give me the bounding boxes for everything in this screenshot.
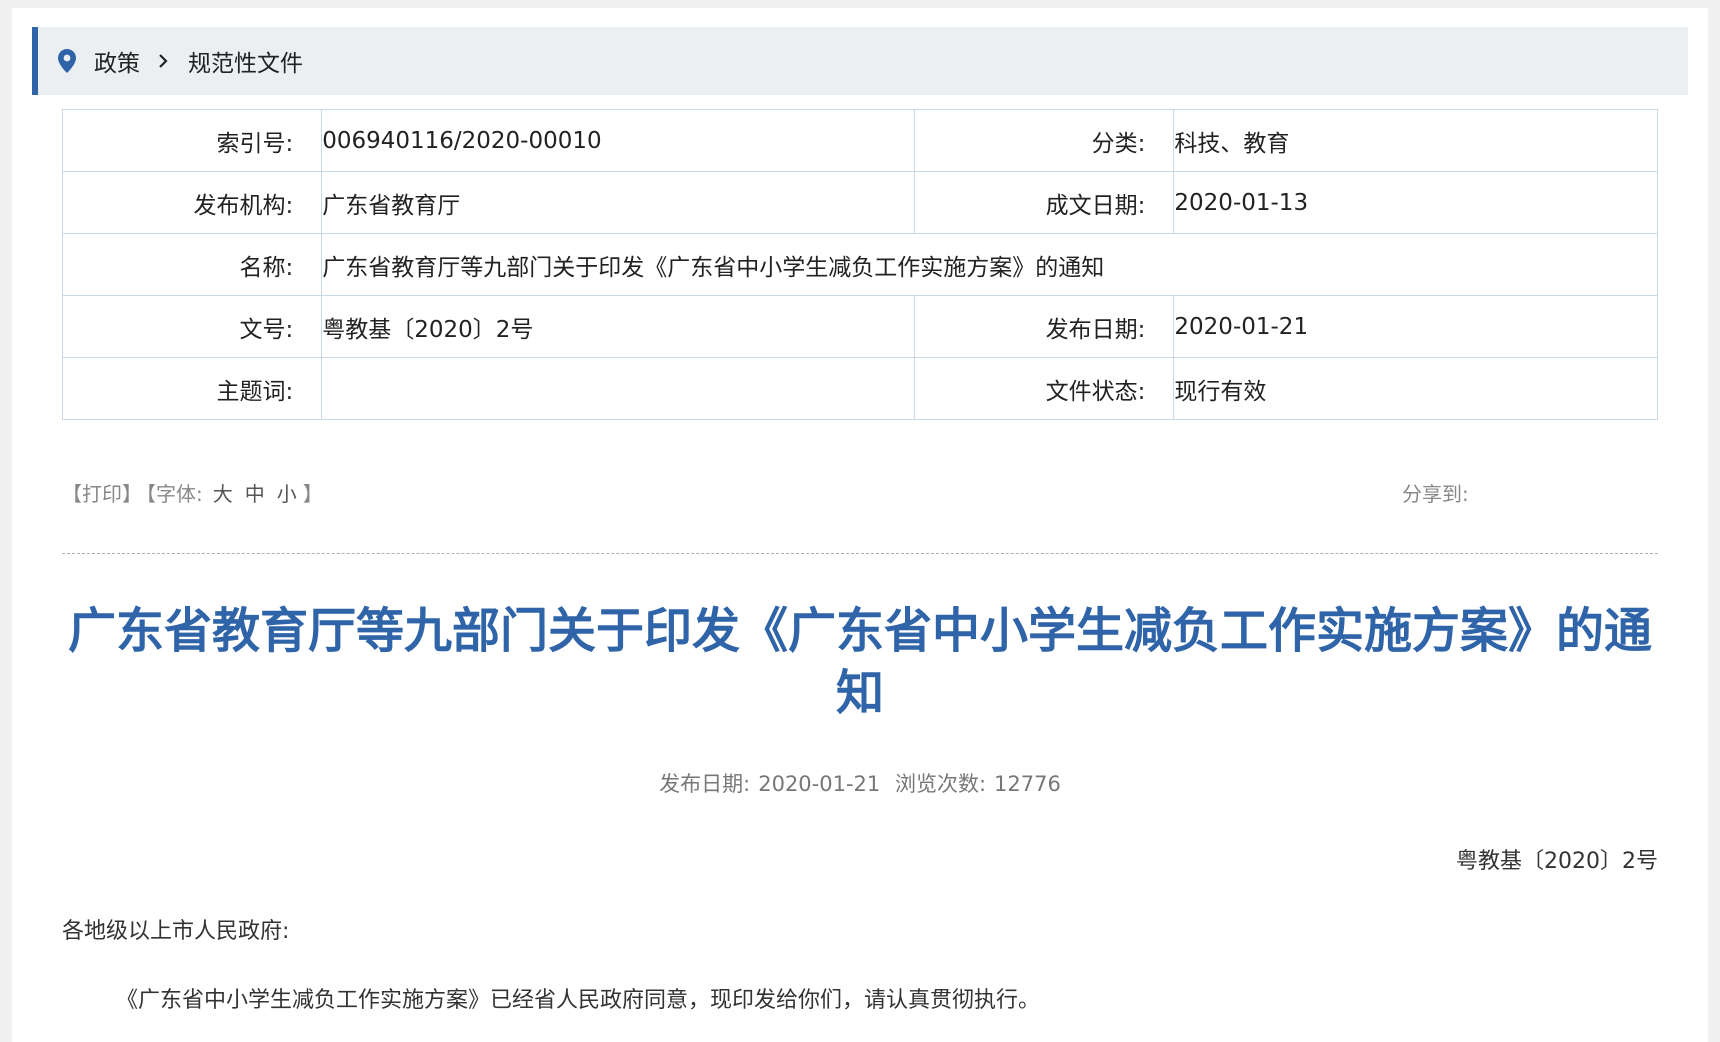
name-label: 名称:	[61, 233, 323, 296]
divider	[62, 553, 1658, 554]
issuer-label: 发布机构:	[61, 171, 323, 234]
article-tools: 【打印】 【字体: 大中小】	[62, 478, 327, 507]
print-link[interactable]: 【打印】	[62, 482, 142, 506]
issuer-value: 广东省教育厅	[321, 171, 916, 234]
view-count-label: 浏览次数:	[894, 772, 987, 796]
keywords-label: 主题词:	[61, 357, 323, 420]
publish-date-value: 2020-01-21	[1173, 295, 1658, 358]
page: 政策 规范性文件 索引号: 006940116/2020-00010 分类: 科…	[12, 8, 1708, 1042]
status-value: 现行有效	[1173, 357, 1658, 420]
view-count: 12776	[994, 772, 1061, 796]
written-date-value: 2020-01-13	[1173, 171, 1658, 234]
font-size-prefix: 【字体:	[146, 482, 203, 506]
font-large-button[interactable]: 大	[213, 482, 233, 506]
meta-row: 主题词: 文件状态: 现行有效	[61, 357, 1658, 420]
font-small-button[interactable]: 小	[277, 482, 297, 506]
meta-row: 名称: 广东省教育厅等九部门关于印发《广东省中小学生减负工作实施方案》的通知	[61, 233, 1658, 296]
publish-info: 发布日期: 2020-01-21 浏览次数: 12776	[62, 768, 1658, 798]
publish-date: 2020-01-21	[758, 772, 881, 796]
publish-date-label: 发布日期:	[659, 772, 751, 796]
salutation: 各地级以上市人民政府:	[62, 919, 290, 944]
status-label: 文件状态:	[914, 357, 1175, 420]
breadcrumb-item-normative-docs[interactable]: 规范性文件	[188, 44, 303, 78]
index-value: 006940116/2020-00010	[321, 109, 916, 172]
article-title: 广东省教育厅等九部门关于印发《广东省中小学生减负工作实施方案》的通知	[67, 603, 1652, 721]
category-label: 分类:	[914, 109, 1175, 172]
category-value: 科技、教育	[1173, 109, 1658, 172]
doc-number-label: 文号:	[61, 295, 323, 358]
share-label: 分享到:	[1402, 482, 1469, 506]
meta-row: 发布机构: 广东省教育厅 成文日期: 2020-01-13	[61, 171, 1658, 234]
breadcrumb: 政策 规范性文件	[32, 27, 1688, 95]
written-date-label: 成文日期:	[914, 171, 1175, 234]
meta-row: 文号: 粤教基〔2020〕2号 发布日期: 2020-01-21	[61, 295, 1658, 358]
doc-number-value: 粤教基〔2020〕2号	[321, 295, 916, 358]
keywords-value	[321, 357, 916, 420]
index-label: 索引号:	[61, 109, 323, 172]
publish-date-label: 发布日期:	[914, 295, 1175, 358]
location-pin-icon	[58, 49, 76, 73]
body-paragraph: 《广东省中小学生减负工作实施方案》已经省人民政府同意，现印发给你们，请认真贯彻执…	[116, 988, 1041, 1013]
document-meta-table: 索引号: 006940116/2020-00010 分类: 科技、教育 发布机构…	[61, 109, 1658, 420]
meta-row: 索引号: 006940116/2020-00010 分类: 科技、教育	[61, 109, 1658, 172]
font-medium-button[interactable]: 中	[245, 482, 265, 506]
breadcrumb-item-policy[interactable]: 政策	[94, 44, 140, 78]
chevron-right-icon	[156, 51, 170, 71]
name-value: 广东省教育厅等九部门关于印发《广东省中小学生减负工作实施方案》的通知	[321, 233, 1658, 296]
article-doc-number: 粤教基〔2020〕2号	[1456, 849, 1658, 874]
font-size-suffix: 】	[302, 482, 323, 506]
